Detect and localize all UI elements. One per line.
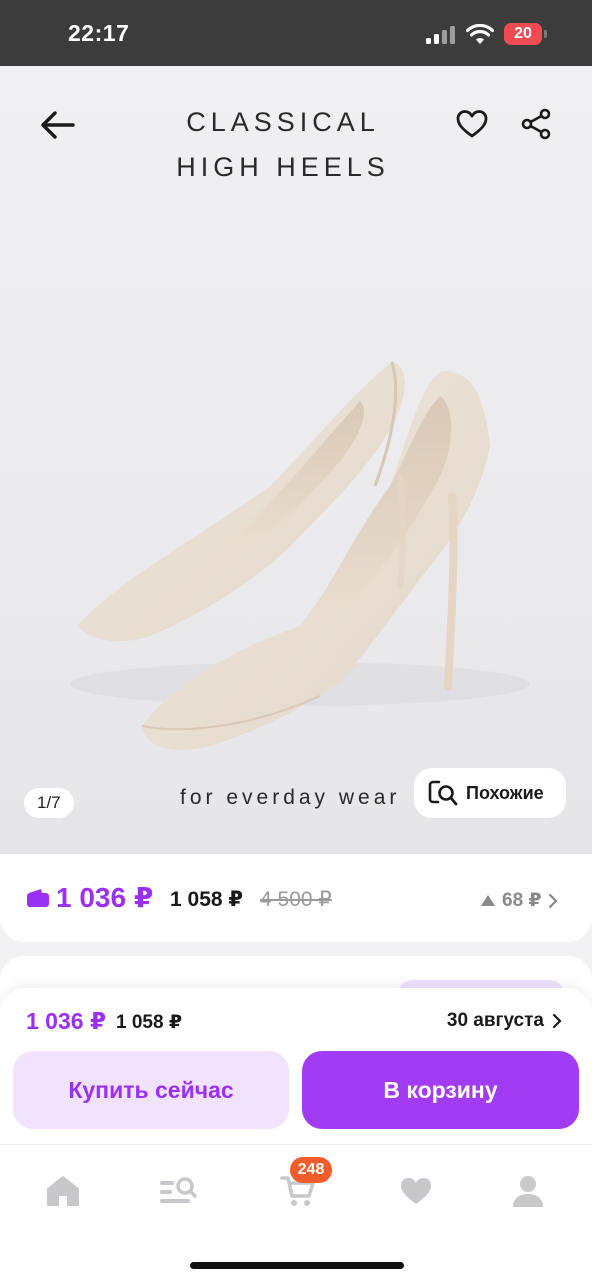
status-bar: 22:17 20 bbox=[0, 0, 592, 66]
sheet-wallet-price: 1 036 ₽ bbox=[26, 1008, 106, 1034]
add-to-cart-button[interactable]: В корзину bbox=[302, 1051, 579, 1129]
buy-now-button[interactable]: Купить сейчас bbox=[13, 1051, 289, 1129]
catalog-search-icon bbox=[160, 1177, 197, 1203]
back-arrow-icon bbox=[41, 111, 75, 139]
favorite-button[interactable] bbox=[450, 102, 494, 146]
wifi-icon bbox=[465, 23, 495, 46]
nav-home[interactable] bbox=[33, 1167, 93, 1215]
purchase-sheet: 1 036 ₽ 1 058 ₽ 30 августа Купить сейчас… bbox=[0, 988, 592, 1144]
wallet-icon bbox=[27, 889, 49, 907]
wallet-price: 1 036 ₽ bbox=[56, 882, 154, 913]
share-icon bbox=[521, 108, 551, 140]
home-icon bbox=[47, 1176, 79, 1206]
status-time: 22:17 bbox=[68, 20, 130, 46]
back-button[interactable] bbox=[34, 102, 80, 148]
image-counter: 1/7 bbox=[24, 788, 74, 818]
price-card: 1 036 ₽ 1 058 ₽ 4 500 ₽ 68 ₽ bbox=[0, 854, 592, 942]
profile-icon bbox=[513, 1176, 543, 1207]
heart-icon bbox=[456, 110, 488, 138]
delivery-date-link[interactable]: 30 августа bbox=[447, 1010, 562, 1032]
signal-icon bbox=[426, 26, 456, 44]
similar-products-label: Похожие bbox=[466, 782, 544, 803]
bottom-nav: 248 bbox=[0, 1144, 592, 1280]
favorites-icon bbox=[401, 1178, 431, 1204]
cart-badge: 248 bbox=[290, 1157, 332, 1183]
triangle-up-icon bbox=[481, 895, 495, 906]
nav-favorites[interactable] bbox=[386, 1167, 446, 1215]
similar-products-button[interactable]: Похожие bbox=[414, 768, 566, 818]
home-indicator bbox=[190, 1262, 404, 1269]
sheet-regular-price: 1 058 ₽ bbox=[116, 1012, 183, 1033]
delivery-date: 30 августа bbox=[446, 1010, 544, 1031]
chevron-right-icon bbox=[552, 1013, 562, 1029]
product-image-title: CLASSICAL HIGH HEELS bbox=[176, 107, 390, 182]
product-image-gallery[interactable]: CLASSICAL HIGH HEELS for everday wear 1/… bbox=[0, 66, 592, 854]
battery-icon: 20 bbox=[504, 23, 547, 45]
nav-profile[interactable] bbox=[498, 1167, 558, 1215]
old-price: 4 500 ₽ bbox=[260, 888, 332, 911]
product-image-tagline: for everday wear bbox=[180, 786, 401, 809]
regular-price: 1 058 ₽ bbox=[170, 888, 243, 911]
similar-search-icon bbox=[428, 780, 458, 806]
nav-catalog[interactable] bbox=[148, 1167, 208, 1215]
chevron-right-icon bbox=[548, 893, 558, 908]
share-button[interactable] bbox=[514, 102, 558, 146]
price-change: 68 ₽ bbox=[502, 890, 542, 911]
price-history-link[interactable]: 68 ₽ bbox=[480, 889, 558, 912]
